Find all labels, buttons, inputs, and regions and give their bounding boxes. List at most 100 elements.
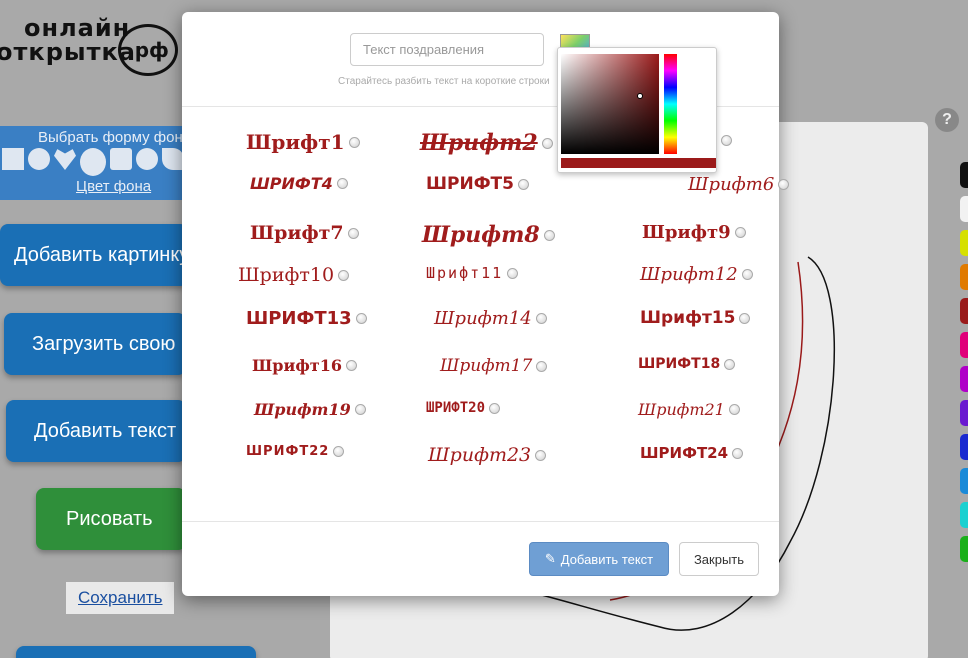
font-option-label: Шрифт17 xyxy=(440,356,533,376)
font-option-radio[interactable] xyxy=(535,449,547,461)
color-swatch[interactable] xyxy=(960,536,968,562)
color-swatch[interactable] xyxy=(960,502,968,528)
font-option-radio[interactable] xyxy=(338,269,350,281)
font-option[interactable]: ШРИФТ22 xyxy=(246,444,345,459)
add-text-button[interactable]: Добавить текст xyxy=(6,400,186,462)
font-option[interactable]: Шрифт11 xyxy=(426,264,519,282)
saturation-box[interactable] xyxy=(561,54,659,154)
font-option[interactable]: ШРИФТ24 xyxy=(640,444,744,462)
font-option-radio[interactable] xyxy=(536,360,548,372)
add-text-submit-button[interactable]: ✎ Добавить текст xyxy=(529,542,669,576)
color-picker-popup xyxy=(557,47,717,173)
font-option-radio[interactable] xyxy=(507,267,519,279)
font-option-radio[interactable] xyxy=(732,447,744,459)
shape-panel-title: Выбрать форму фона xyxy=(38,129,192,146)
color-swatch[interactable] xyxy=(960,468,968,494)
shape-circle[interactable] xyxy=(28,148,50,170)
font-option[interactable]: Шрифт6 xyxy=(688,174,790,195)
font-option-label: ШРИФТ24 xyxy=(640,444,729,462)
add-picture-button[interactable]: Добавить картинку xyxy=(0,224,188,286)
font-option[interactable]: Шрифт7 xyxy=(250,222,359,244)
font-option[interactable]: Шрифт23 xyxy=(428,444,547,466)
font-option-radio[interactable] xyxy=(489,402,501,414)
font-option-radio[interactable] xyxy=(728,404,740,415)
font-option-radio[interactable] xyxy=(517,178,529,190)
font-option[interactable]: Шрифт8 xyxy=(422,222,555,248)
color-swatch[interactable] xyxy=(960,434,968,460)
pencil-icon: ✎ xyxy=(544,551,556,566)
font-option-radio[interactable] xyxy=(347,227,359,239)
saturation-cursor[interactable] xyxy=(637,93,643,99)
font-option[interactable]: Шрифт19 xyxy=(254,400,366,419)
color-swatch[interactable] xyxy=(960,332,968,358)
font-option-radio[interactable] xyxy=(734,227,746,238)
font-option-radio[interactable] xyxy=(348,136,360,148)
color-swatch[interactable] xyxy=(960,230,968,256)
font-option-radio[interactable] xyxy=(535,313,547,324)
font-option[interactable]: Шрифт9 xyxy=(642,222,746,243)
font-option-radio[interactable] xyxy=(741,269,753,280)
font-option-label: Шрифт10 xyxy=(238,264,335,286)
font-option[interactable]: Шрифт14 xyxy=(434,308,547,329)
font-option[interactable]: ШРИФТ18 xyxy=(638,356,736,372)
hint-text: Старайтесь разбить текст на короткие стр… xyxy=(338,76,550,87)
font-option-radio[interactable] xyxy=(778,179,790,190)
font-option-label: Шрифт23 xyxy=(428,444,532,466)
font-option-label: ШРИФТ20 xyxy=(426,400,486,416)
color-swatch[interactable] xyxy=(960,400,968,426)
font-option-radio[interactable] xyxy=(724,358,736,370)
font-option-label: ШРИФТ5 xyxy=(426,174,514,194)
shape-leaf[interactable] xyxy=(162,148,184,170)
font-option-label: Шрифт14 xyxy=(434,308,532,329)
font-option[interactable]: Шрифт17 xyxy=(440,356,548,376)
color-swatch[interactable] xyxy=(960,298,968,324)
shape-square[interactable] xyxy=(2,148,24,170)
add-text-submit-label: Добавить текст xyxy=(560,551,654,567)
font-option[interactable]: ШРИФТ13 xyxy=(246,308,367,329)
font-option[interactable]: Шрифт10 xyxy=(238,264,350,286)
site-logo[interactable]: онлайн открытка .рф xyxy=(0,6,185,76)
font-option-radio[interactable] xyxy=(543,229,555,241)
font-option-radio[interactable] xyxy=(345,360,357,371)
color-swatch[interactable] xyxy=(960,196,968,222)
font-option-radio[interactable] xyxy=(541,137,553,149)
font-option-label: Шрифт9 xyxy=(642,222,731,243)
shape-row xyxy=(2,148,184,176)
font-option-label: Шрифт12 xyxy=(640,264,738,285)
font-option[interactable]: ШРИФТ4 xyxy=(250,174,348,193)
shape-heart[interactable] xyxy=(54,149,76,170)
color-swatch[interactable] xyxy=(960,264,968,290)
font-option-radio[interactable] xyxy=(720,135,732,146)
shape-flower[interactable] xyxy=(136,148,158,170)
font-option[interactable]: Шрифт15 xyxy=(640,308,751,328)
font-option[interactable]: Шрифт12 xyxy=(640,264,753,285)
font-option-label: Шрифт16 xyxy=(252,356,342,375)
font-option-label: Шрифт6 xyxy=(688,174,775,195)
shape-oval[interactable] xyxy=(80,148,106,176)
color-swatch[interactable] xyxy=(960,366,968,392)
font-option-radio[interactable] xyxy=(355,313,367,324)
font-option[interactable]: Шрифт1 xyxy=(246,130,360,154)
font-option[interactable]: ШРИФТ5 xyxy=(426,174,529,194)
hue-slider[interactable] xyxy=(664,54,677,154)
color-swatch[interactable] xyxy=(960,162,968,188)
font-option-radio[interactable] xyxy=(333,446,345,457)
more-button[interactable] xyxy=(16,646,256,658)
font-option-radio[interactable] xyxy=(336,178,348,189)
selected-color-bar xyxy=(561,158,716,168)
font-option-radio[interactable] xyxy=(739,312,751,324)
help-icon[interactable]: ? xyxy=(935,108,959,132)
save-link[interactable]: Сохранить xyxy=(66,582,175,614)
font-option[interactable]: Шрифт16 xyxy=(252,356,357,375)
font-option[interactable]: ШРИФТ20 xyxy=(426,400,501,416)
close-button[interactable]: Закрыть xyxy=(679,542,759,576)
font-option[interactable]: Шрифт21 xyxy=(638,400,740,419)
shape-stamp[interactable] xyxy=(110,148,132,170)
draw-button[interactable]: Рисовать xyxy=(36,488,186,550)
upload-button[interactable]: Загрузить свою xyxy=(4,313,186,375)
font-option[interactable]: Шрифт2 xyxy=(420,130,553,156)
bg-color-link[interactable]: Цвет фона xyxy=(76,178,151,195)
font-option-radio[interactable] xyxy=(354,404,366,415)
greeting-text-input[interactable] xyxy=(350,33,544,66)
font-option-label: Шрифт1 xyxy=(246,130,345,154)
